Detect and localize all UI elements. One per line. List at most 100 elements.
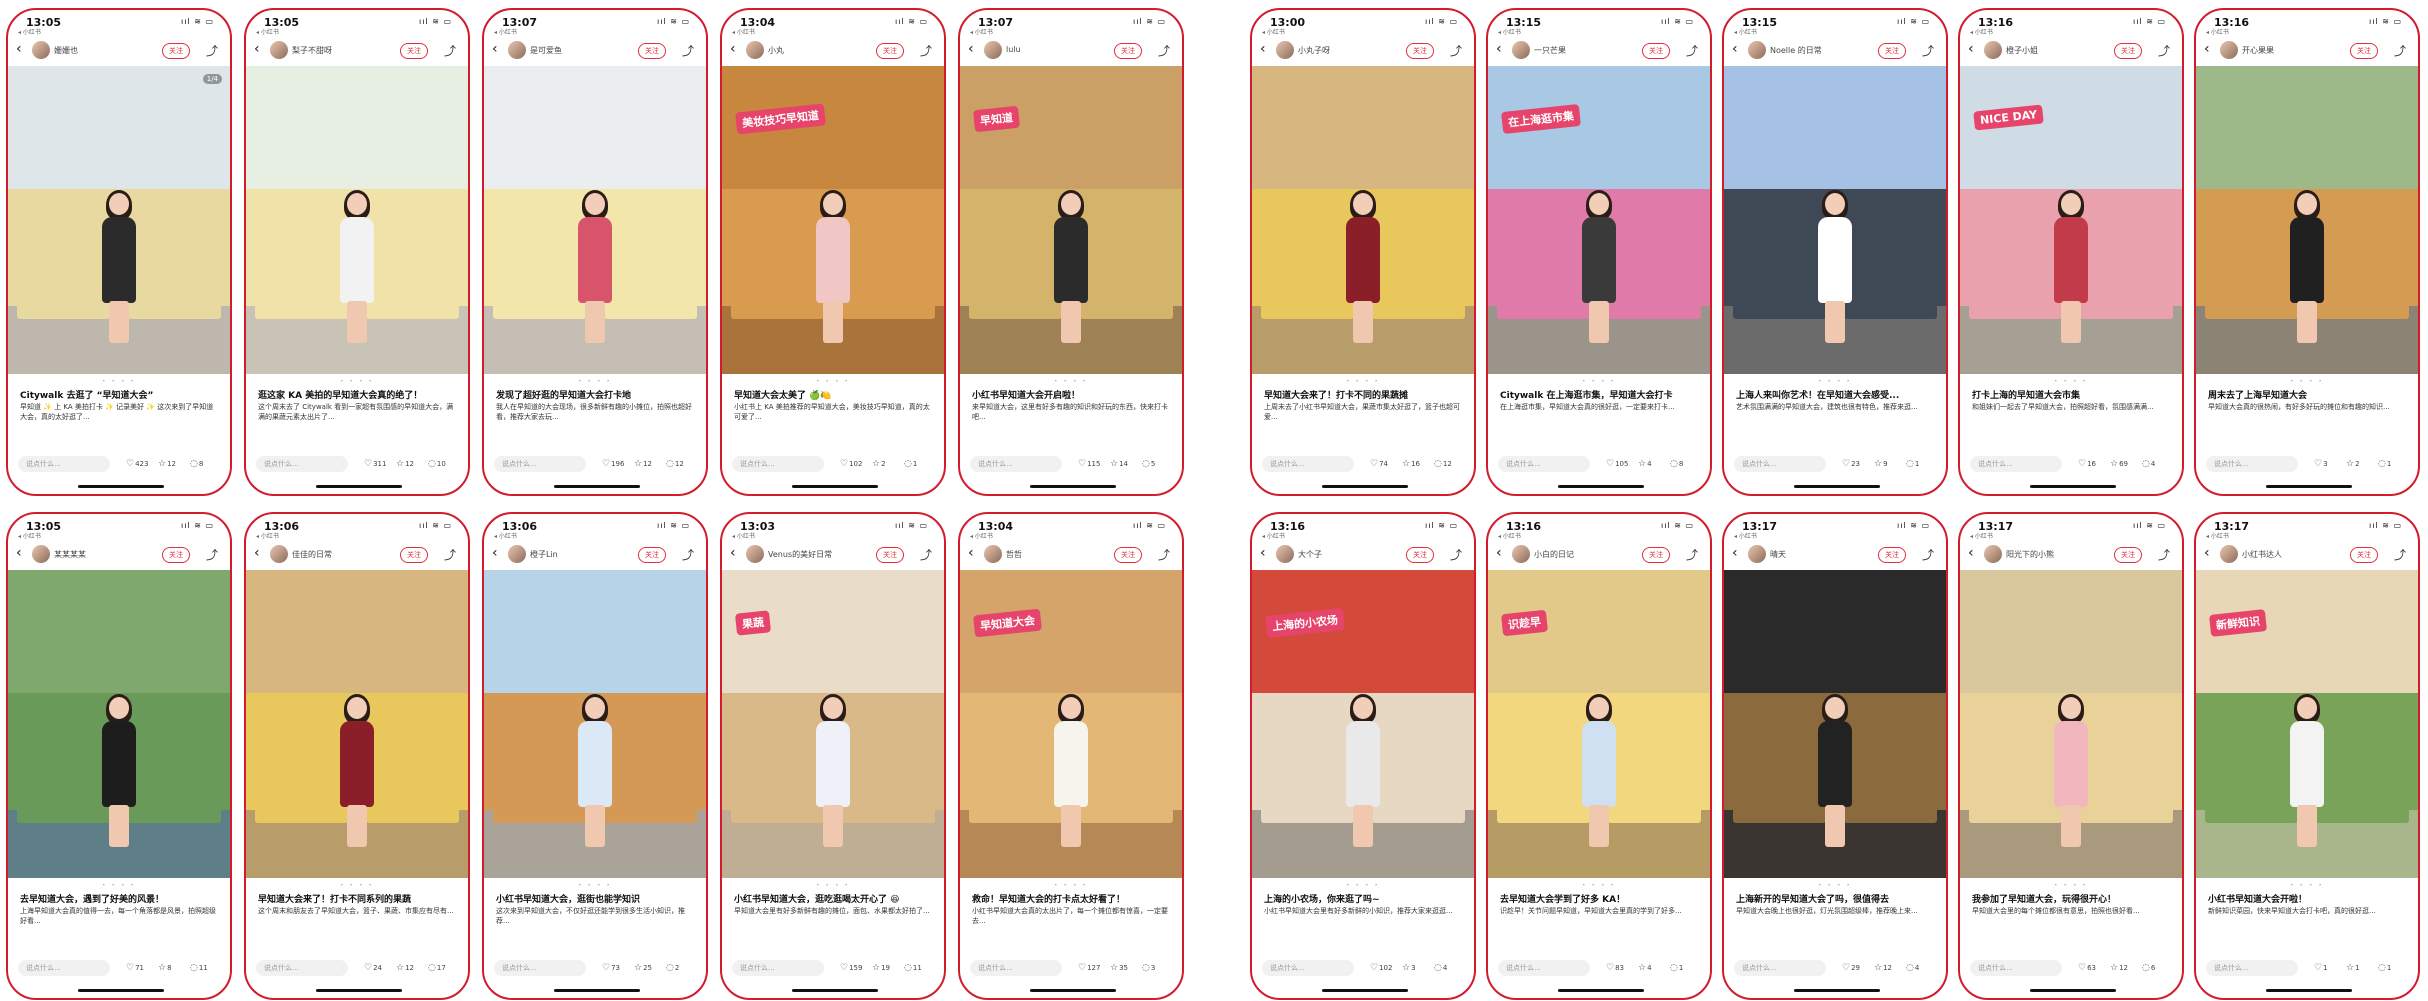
post-screenshot-card[interactable]: 13:07 ◂ 小红书 ııl ≋ ▭ ‹ 是可爱鱼 关注 ⤴ • • • • … xyxy=(482,8,708,496)
post-photo[interactable] xyxy=(246,570,468,878)
comment-input[interactable]: 说点什么... xyxy=(494,456,586,472)
comment-input[interactable]: 说点什么... xyxy=(970,456,1062,472)
post-screenshot-card[interactable]: 13:05 ◂ 小红书 ııl ≋ ▭ ‹ 姗姗也 关注 ⤴ 1/4 • • •… xyxy=(6,8,232,496)
post-screenshot-card[interactable]: 13:16 ◂ 小红书 ııl ≋ ▭ ‹ 小白的日记 关注 ⤴ 识趁早 • •… xyxy=(1486,512,1712,1000)
avatar[interactable] xyxy=(1276,41,1294,59)
back-arrow-icon[interactable]: ‹ xyxy=(1968,545,1974,561)
comment-count[interactable]: ◌1 xyxy=(1906,459,1919,469)
avatar[interactable] xyxy=(984,545,1002,563)
follow-button[interactable]: 关注 xyxy=(1878,43,1906,59)
share-icon[interactable]: ⤴ xyxy=(920,546,932,563)
share-icon[interactable]: ⤴ xyxy=(1686,546,1698,563)
share-icon[interactable]: ⤴ xyxy=(206,546,218,563)
like-count[interactable]: ♡16 xyxy=(2078,459,2096,469)
comment-input[interactable]: 说点什么... xyxy=(18,960,110,976)
comment-count[interactable]: ◌8 xyxy=(190,459,203,469)
author-name[interactable]: 开心果果 xyxy=(2242,45,2274,56)
comment-input[interactable]: 说点什么... xyxy=(18,456,110,472)
post-screenshot-card[interactable]: 13:17 ◂ 小红书 ııl ≋ ▭ ‹ 阳光下的小熊 关注 ⤴ • • • … xyxy=(1958,512,2184,1000)
comment-input[interactable]: 说点什么... xyxy=(732,456,824,472)
follow-button[interactable]: 关注 xyxy=(1406,43,1434,59)
follow-button[interactable]: 关注 xyxy=(638,547,666,563)
star-count[interactable]: ☆3 xyxy=(1402,963,1416,973)
post-photo[interactable]: 早知道大会 xyxy=(960,570,1182,878)
share-icon[interactable]: ⤴ xyxy=(2158,546,2170,563)
comment-input[interactable]: 说点什么... xyxy=(1734,456,1826,472)
author-name[interactable]: lulu xyxy=(1006,45,1021,54)
comment-input[interactable]: 说点什么... xyxy=(2206,960,2298,976)
author-name[interactable]: 晴天 xyxy=(1770,549,1786,560)
back-arrow-icon[interactable]: ‹ xyxy=(1732,41,1738,57)
post-screenshot-card[interactable]: 13:05 ◂ 小红书 ııl ≋ ▭ ‹ 梨子不甜呀 关注 ⤴ • • • •… xyxy=(244,8,470,496)
post-photo[interactable] xyxy=(484,66,706,374)
follow-button[interactable]: 关注 xyxy=(2114,43,2142,59)
avatar[interactable] xyxy=(32,41,50,59)
avatar[interactable] xyxy=(32,545,50,563)
follow-button[interactable]: 关注 xyxy=(1406,547,1434,563)
post-photo[interactable]: 早知道 xyxy=(960,66,1182,374)
star-count[interactable]: ☆19 xyxy=(872,963,890,973)
comment-input[interactable]: 说点什么... xyxy=(1498,456,1590,472)
back-arrow-icon[interactable]: ‹ xyxy=(1260,41,1266,57)
follow-button[interactable]: 关注 xyxy=(1642,43,1670,59)
post-screenshot-card[interactable]: 13:06 ◂ 小红书 ııl ≋ ▭ ‹ 佳佳的日常 关注 ⤴ • • • •… xyxy=(244,512,470,1000)
author-name[interactable]: 是可爱鱼 xyxy=(530,45,562,56)
share-icon[interactable]: ⤴ xyxy=(2394,42,2406,59)
avatar[interactable] xyxy=(1748,545,1766,563)
post-screenshot-card[interactable]: 13:03 ◂ 小红书 ııl ≋ ▭ ‹ Venus的美好日常 关注 ⤴ 果蔬… xyxy=(720,512,946,1000)
back-arrow-icon[interactable]: ‹ xyxy=(16,545,22,561)
like-count[interactable]: ♡24 xyxy=(364,963,382,973)
follow-button[interactable]: 关注 xyxy=(162,547,190,563)
comment-input[interactable]: 说点什么... xyxy=(1498,960,1590,976)
follow-button[interactable]: 关注 xyxy=(400,43,428,59)
author-name[interactable]: 小丸子呀 xyxy=(1298,45,1330,56)
share-icon[interactable]: ⤴ xyxy=(206,42,218,59)
avatar[interactable] xyxy=(1512,41,1530,59)
post-screenshot-card[interactable]: 13:04 ◂ 小红书 ııl ≋ ▭ ‹ 哲哲 关注 ⤴ 早知道大会 • • … xyxy=(958,512,1184,1000)
like-count[interactable]: ♡63 xyxy=(2078,963,2096,973)
comment-input[interactable]: 说点什么... xyxy=(732,960,824,976)
like-count[interactable]: ♡196 xyxy=(602,459,624,469)
comment-input[interactable]: 说点什么... xyxy=(1262,960,1354,976)
comment-count[interactable]: ◌10 xyxy=(428,459,446,469)
post-photo[interactable] xyxy=(1724,570,1946,878)
author-name[interactable]: Noelle 的日常 xyxy=(1770,45,1822,56)
star-count[interactable]: ☆12 xyxy=(1874,963,1892,973)
post-screenshot-card[interactable]: 13:15 ◂ 小红书 ııl ≋ ▭ ‹ 一只芒果 关注 ⤴ 在上海逛市集 •… xyxy=(1486,8,1712,496)
follow-button[interactable]: 关注 xyxy=(2114,547,2142,563)
avatar[interactable] xyxy=(1512,545,1530,563)
author-name[interactable]: 大个子 xyxy=(1298,549,1322,560)
author-name[interactable]: 小红书达人 xyxy=(2242,549,2282,560)
comment-input[interactable]: 说点什么... xyxy=(1970,960,2062,976)
back-arrow-icon[interactable]: ‹ xyxy=(254,545,260,561)
star-count[interactable]: ☆4 xyxy=(1638,963,1652,973)
post-screenshot-card[interactable]: 13:07 ◂ 小红书 ııl ≋ ▭ ‹ lulu 关注 ⤴ 早知道 • • … xyxy=(958,8,1184,496)
back-arrow-icon[interactable]: ‹ xyxy=(968,545,974,561)
like-count[interactable]: ♡102 xyxy=(840,459,862,469)
like-count[interactable]: ♡74 xyxy=(1370,459,1388,469)
avatar[interactable] xyxy=(270,41,288,59)
share-icon[interactable]: ⤴ xyxy=(1686,42,1698,59)
star-count[interactable]: ☆16 xyxy=(1402,459,1420,469)
author-name[interactable]: 一只芒果 xyxy=(1534,45,1566,56)
avatar[interactable] xyxy=(984,41,1002,59)
author-name[interactable]: 阳光下的小熊 xyxy=(2006,549,2054,560)
author-name[interactable]: 小丸 xyxy=(768,45,784,56)
follow-button[interactable]: 关注 xyxy=(400,547,428,563)
comment-count[interactable]: ◌2 xyxy=(666,963,679,973)
back-arrow-icon[interactable]: ‹ xyxy=(492,545,498,561)
author-name[interactable]: Venus的美好日常 xyxy=(768,549,832,560)
follow-button[interactable]: 关注 xyxy=(876,43,904,59)
star-count[interactable]: ☆12 xyxy=(2110,963,2128,973)
back-arrow-icon[interactable]: ‹ xyxy=(1732,545,1738,561)
star-count[interactable]: ☆14 xyxy=(1110,459,1128,469)
share-icon[interactable]: ⤴ xyxy=(1158,42,1170,59)
back-arrow-icon[interactable]: ‹ xyxy=(16,41,22,57)
post-photo[interactable]: 果蔬 xyxy=(722,570,944,878)
author-name[interactable]: 小白的日记 xyxy=(1534,549,1574,560)
like-count[interactable]: ♡423 xyxy=(126,459,148,469)
avatar[interactable] xyxy=(508,41,526,59)
star-count[interactable]: ☆1 xyxy=(2346,963,2360,973)
follow-button[interactable]: 关注 xyxy=(1642,547,1670,563)
share-icon[interactable]: ⤴ xyxy=(1922,546,1934,563)
